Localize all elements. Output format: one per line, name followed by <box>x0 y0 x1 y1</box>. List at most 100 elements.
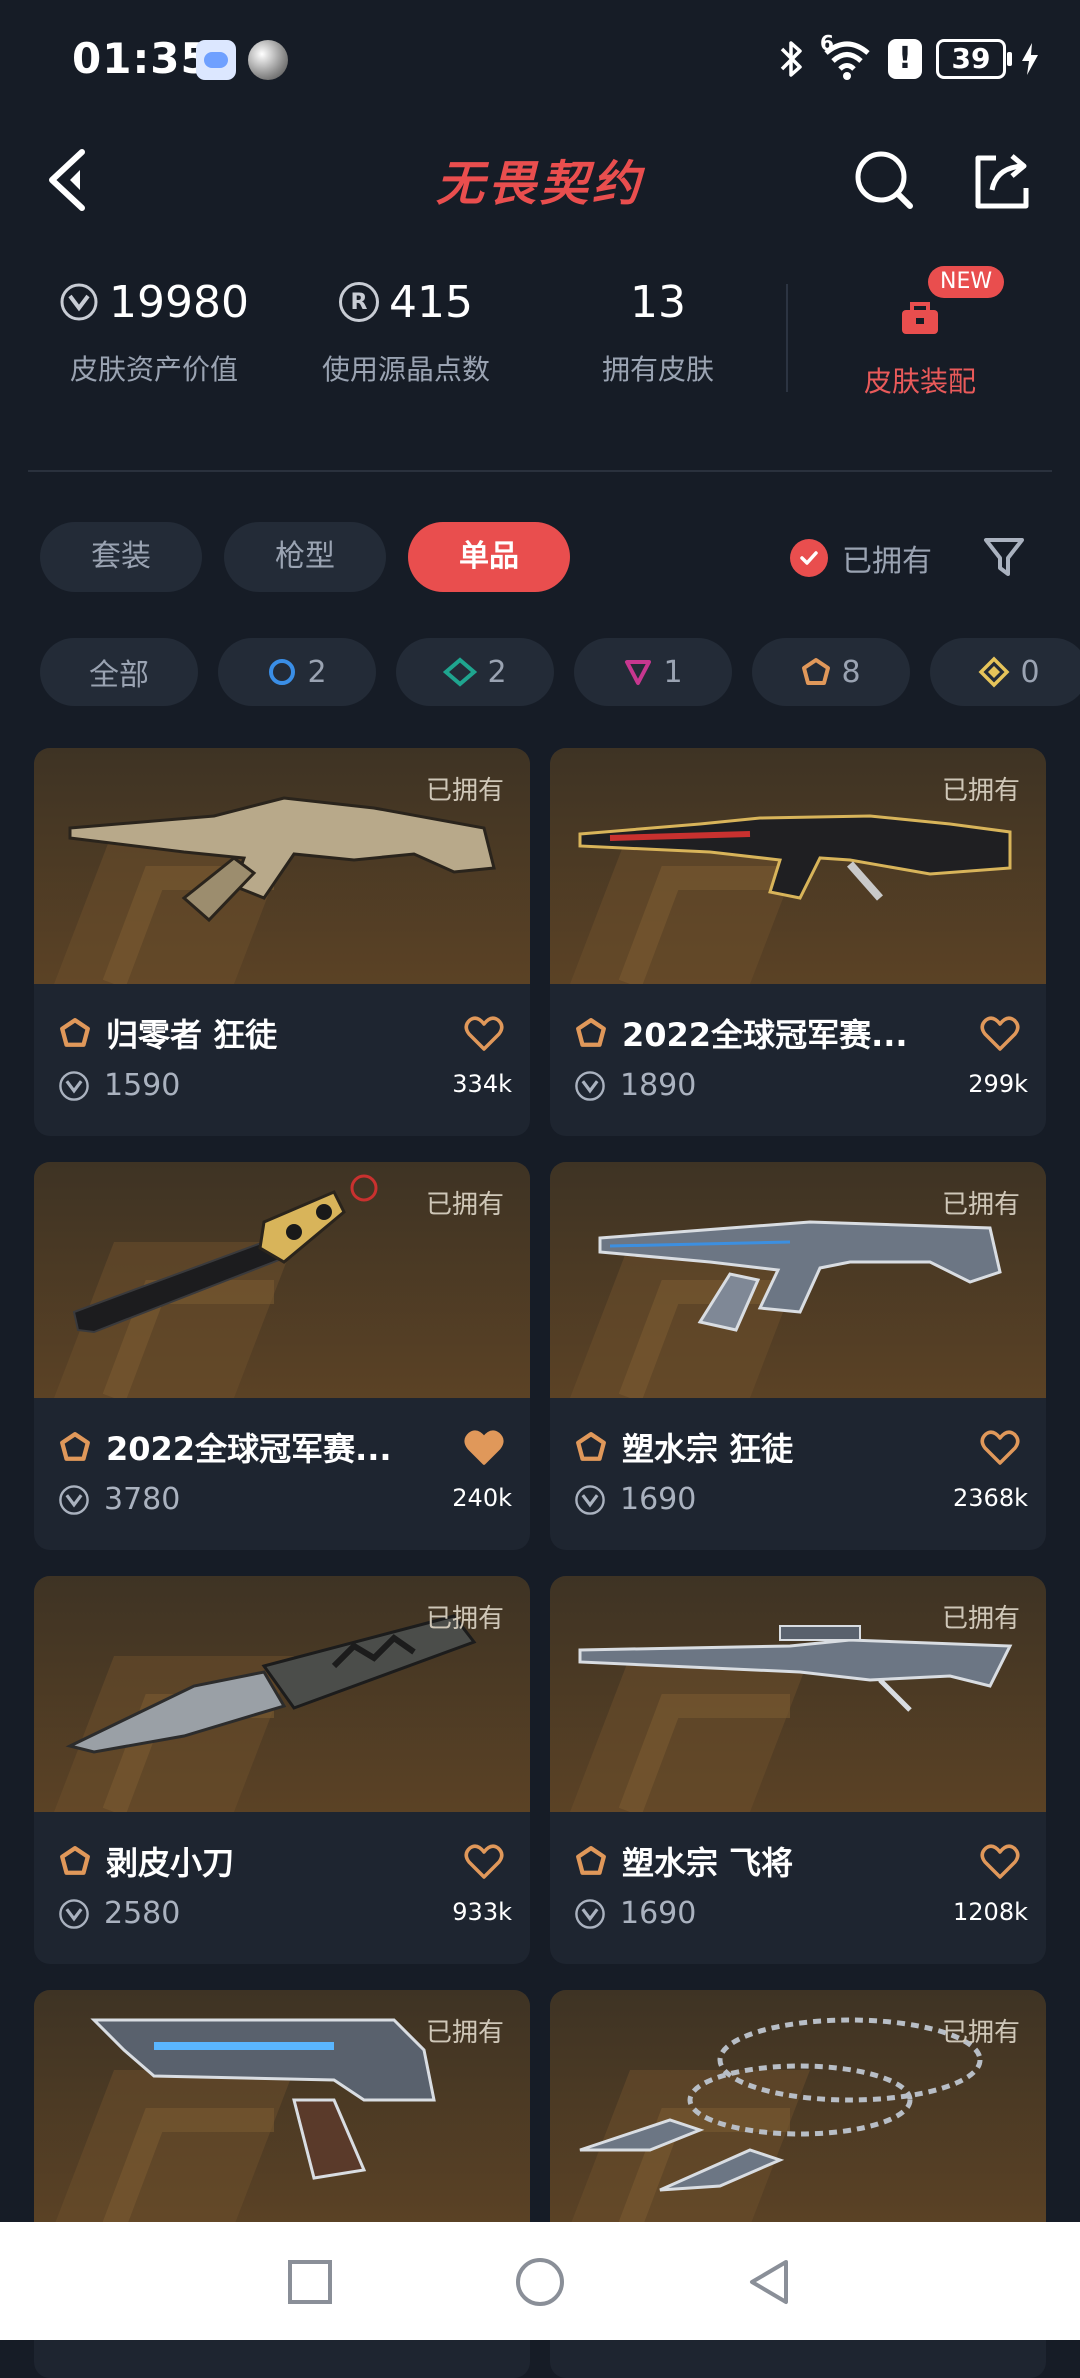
like-count: 299k <box>968 1070 1028 1098</box>
radianite-coin-icon: R <box>339 282 379 322</box>
filter-button[interactable] <box>980 532 1028 580</box>
skin-name: 2022全球冠军赛... <box>622 1016 908 1054</box>
price-value: 1690 <box>620 1482 697 1517</box>
vp-coin-icon <box>59 1898 89 1929</box>
wifi-icon: 6 <box>820 31 874 81</box>
asset-label: 皮肤资产价值 <box>69 353 238 386</box>
category-tabs: 套装 枪型 单品 <box>40 522 570 592</box>
chip-select-tier[interactable]: 2 <box>218 638 376 706</box>
stat-asset-value: 19980 皮肤资产价值 <box>24 270 284 388</box>
exclusive-tier-icon <box>60 1018 90 1047</box>
skin-card[interactable]: 已拥有 剥皮小刀 2580 933k <box>34 1576 530 1964</box>
chip-premium-tier[interactable]: 1 <box>574 638 732 706</box>
like-heart-icon[interactable] <box>980 1844 1020 1880</box>
owned-tag: 已拥有 <box>425 1190 504 1220</box>
points-value: 415 <box>389 276 473 328</box>
chip-count: 2 <box>307 654 327 690</box>
notification-app-icon <box>196 40 236 80</box>
status-time: 01:35 <box>72 34 211 83</box>
owned-tag: 已拥有 <box>941 1190 1020 1220</box>
stat-skins: 13 拥有皮肤 <box>528 270 788 388</box>
filter-icon <box>984 538 1024 576</box>
vp-coin-icon <box>575 1070 605 1101</box>
share-button[interactable] <box>966 144 1038 216</box>
skin-card[interactable]: 已拥有 塑水宗 飞将 1690 1208k <box>550 1576 1046 1964</box>
app-header: 无畏契约 <box>0 120 1080 240</box>
search-button[interactable] <box>848 144 920 216</box>
like-count: 334k <box>452 1070 512 1098</box>
skin-card[interactable]: 已拥有 塑水宗 狂徒 1690 2368k <box>550 1162 1046 1550</box>
skin-card[interactable]: 已拥有 2022全球冠军赛... 3780 240k <box>34 1162 530 1550</box>
like-heart-icon[interactable] <box>980 1016 1020 1052</box>
skin-image: 已拥有 <box>550 1576 1046 1812</box>
like-count: 2368k <box>953 1484 1028 1512</box>
skin-price: 1690 <box>574 1482 696 1517</box>
owned-filter-toggle[interactable]: 已拥有 <box>790 536 932 580</box>
skin-name-row: 剥皮小刀 <box>58 1838 438 1884</box>
home-circle-icon[interactable] <box>512 2254 568 2310</box>
chip-ultra-tier[interactable]: 0 <box>930 638 1080 706</box>
ultra-tier-icon <box>978 656 1010 688</box>
liked-heart-icon[interactable] <box>464 1430 504 1466</box>
chip-all[interactable]: 全部 <box>40 638 198 706</box>
deluxe-tier-icon <box>443 657 478 687</box>
charging-icon <box>1022 43 1038 75</box>
skin-loadout-button[interactable]: NEW 皮肤装配 <box>830 266 1010 400</box>
search-icon <box>855 151 913 209</box>
vp-coin-icon <box>575 1898 605 1929</box>
owned-tag: 已拥有 <box>425 2018 504 2048</box>
like-heart-icon[interactable] <box>980 1430 1020 1466</box>
stat-points: R 415 使用源晶点数 <box>276 270 536 388</box>
skins-label: 拥有皮肤 <box>601 353 714 386</box>
select-tier-icon <box>269 659 296 685</box>
tab-single-item[interactable]: 单品 <box>408 522 570 592</box>
price-value: 1590 <box>104 1068 181 1103</box>
price-value: 3780 <box>104 1482 181 1517</box>
skin-price: 3780 <box>58 1482 180 1517</box>
points-label: 使用源晶点数 <box>321 353 490 386</box>
alert-icon: ! <box>888 39 922 79</box>
chip-deluxe-tier[interactable]: 2 <box>396 638 554 706</box>
vp-coin-icon <box>575 1484 605 1515</box>
skin-card[interactable]: 已拥有 2022全球冠军赛... 1890 299k <box>550 748 1046 1136</box>
tab-weapon-type[interactable]: 枪型 <box>224 522 386 592</box>
price-value: 2580 <box>104 1896 181 1931</box>
like-heart-icon[interactable] <box>464 1016 504 1052</box>
like-count: 1208k <box>953 1898 1028 1926</box>
skin-price: 2580 <box>58 1896 180 1931</box>
skin-name: 塑水宗 飞将 <box>622 1844 794 1882</box>
skin-name: 剥皮小刀 <box>106 1844 235 1882</box>
skin-image: 已拥有 <box>550 748 1046 984</box>
chip-count: 0 <box>1020 654 1040 690</box>
chip-count: 2 <box>487 654 507 690</box>
wifi-signal-label: 6 <box>820 31 834 55</box>
skin-image: 已拥有 <box>550 1162 1046 1398</box>
section-divider <box>28 470 1052 472</box>
skin-name-row: 塑水宗 狂徒 <box>574 1424 954 1470</box>
premium-tier-icon <box>625 660 652 685</box>
skin-name: 归零者 狂徒 <box>106 1016 278 1054</box>
chip-count: 1 <box>663 654 683 690</box>
exclusive-tier-icon <box>802 658 831 685</box>
vp-coin-icon <box>59 1070 89 1101</box>
skin-price: 1690 <box>574 1896 696 1931</box>
owned-filter-label: 已拥有 <box>842 544 932 579</box>
recents-square-icon[interactable] <box>282 2254 338 2310</box>
owned-tag: 已拥有 <box>941 2018 1020 2048</box>
loadout-icon <box>898 298 942 338</box>
chip-count: 8 <box>841 654 861 690</box>
skin-image: 已拥有 <box>34 1162 530 1398</box>
chip-exclusive-tier[interactable]: 8 <box>752 638 910 706</box>
skin-price: 1890 <box>574 1068 696 1103</box>
tab-bundle[interactable]: 套装 <box>40 522 202 592</box>
back-triangle-icon[interactable] <box>742 2254 798 2310</box>
like-heart-icon[interactable] <box>464 1844 504 1880</box>
price-value: 1690 <box>620 1896 697 1931</box>
skin-card[interactable]: 已拥有 归零者 狂徒 1590 334k <box>34 748 530 1136</box>
loadout-label: 皮肤装配 <box>863 365 976 398</box>
status-bar: 01:35 6 ! 39 <box>0 0 1080 120</box>
stats-panel: 19980 皮肤资产价值 R 415 使用源晶点数 13 拥有皮肤 NEW 皮肤… <box>0 266 1080 430</box>
exclusive-tier-icon <box>60 1432 90 1461</box>
system-navigation-bar <box>0 2222 1080 2340</box>
like-count: 933k <box>452 1898 512 1926</box>
